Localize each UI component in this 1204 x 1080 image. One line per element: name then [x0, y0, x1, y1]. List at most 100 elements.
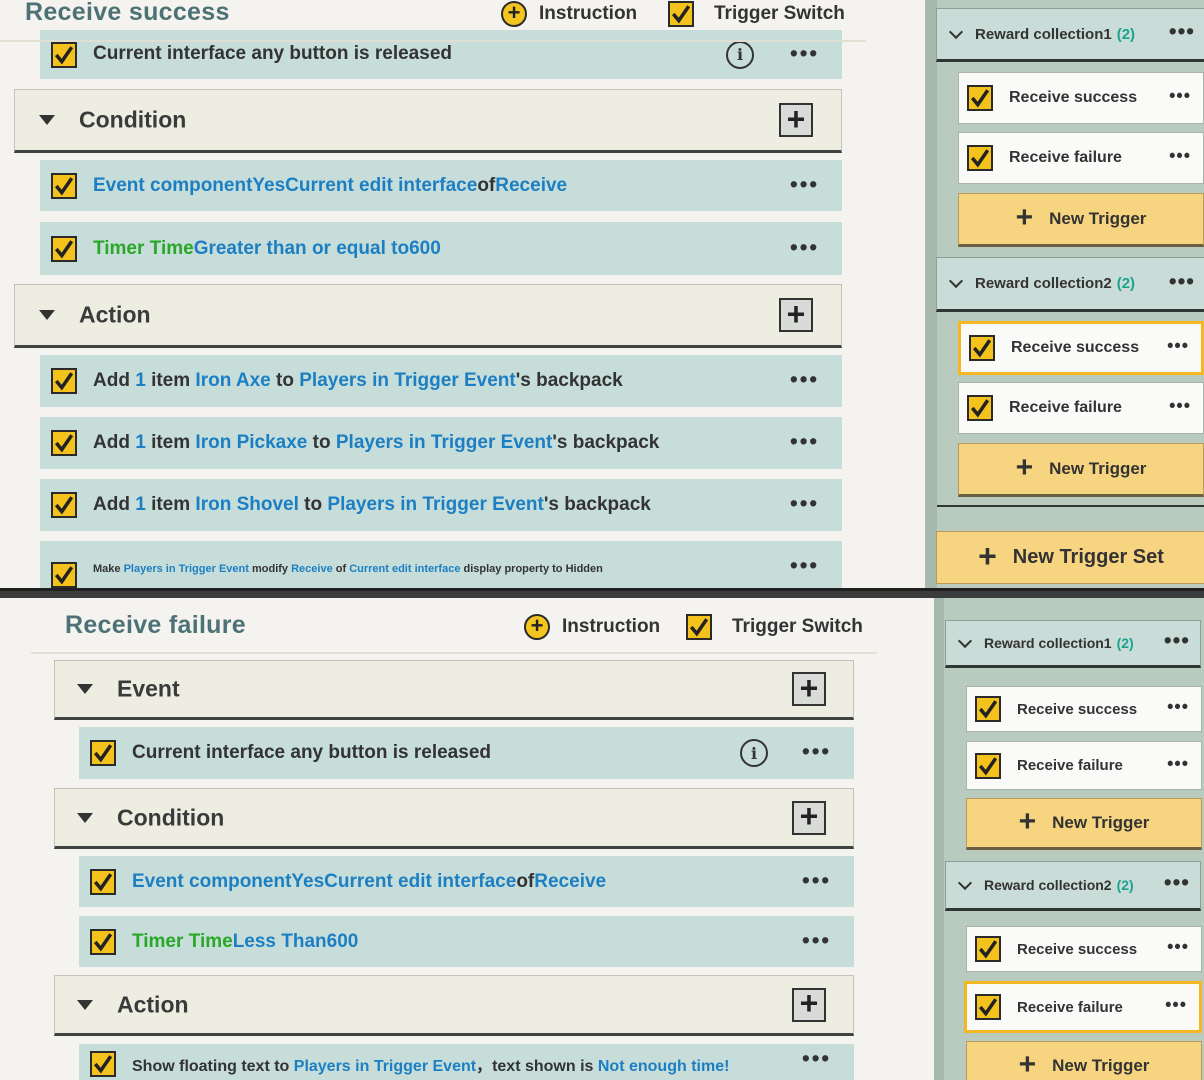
- section-label: Condition: [117, 804, 225, 830]
- add-action-button[interactable]: +: [779, 298, 813, 332]
- trigger-item-receive-success[interactable]: Receive success •••: [966, 686, 1202, 732]
- more-options-icon[interactable]: •••: [1169, 85, 1191, 106]
- more-options-icon[interactable]: •••: [1164, 869, 1190, 895]
- add-action-button[interactable]: +: [792, 987, 826, 1022]
- checkmark-icon[interactable]: [51, 562, 77, 588]
- add-condition-button[interactable]: +: [792, 800, 826, 835]
- checkmark-icon[interactable]: [967, 145, 993, 171]
- chevron-down-icon[interactable]: [957, 633, 973, 648]
- action-row[interactable]: Show floating text to Players in Trigger…: [79, 1044, 854, 1080]
- checkmark-icon[interactable]: [90, 928, 116, 955]
- chevron-down-icon[interactable]: [957, 875, 973, 890]
- trigger-item-receive-failure[interactable]: Receive failure •••: [964, 981, 1202, 1033]
- more-options-icon[interactable]: •••: [1164, 627, 1190, 653]
- more-options-icon[interactable]: •••: [790, 40, 819, 66]
- more-options-icon[interactable]: •••: [1169, 395, 1191, 416]
- more-options-icon[interactable]: •••: [790, 234, 819, 260]
- action-section-header[interactable]: Action +: [14, 284, 842, 348]
- checkmark-icon[interactable]: [686, 614, 712, 640]
- condition-text: Event componentYesCurrent edit interface…: [132, 870, 607, 892]
- chevron-down-icon[interactable]: [948, 273, 964, 289]
- more-options-icon[interactable]: •••: [1167, 936, 1189, 957]
- checkmark-icon[interactable]: [51, 430, 77, 456]
- checkmark-icon[interactable]: [90, 740, 116, 766]
- more-options-icon[interactable]: •••: [790, 367, 819, 393]
- more-options-icon[interactable]: •••: [790, 429, 819, 455]
- trigger-item-receive-failure[interactable]: Receive failure •••: [958, 382, 1204, 434]
- new-trigger-button[interactable]: + New Trigger: [958, 193, 1204, 247]
- checkmark-icon[interactable]: [90, 1051, 116, 1077]
- trigger-switch[interactable]: Trigger Switch: [686, 614, 863, 640]
- trigger-item-receive-failure[interactable]: Receive failure •••: [958, 132, 1204, 184]
- new-trigger-set-button[interactable]: + New Trigger Set: [936, 531, 1204, 584]
- trigger-group-2[interactable]: Reward collection2 (2) •••: [936, 257, 1204, 312]
- more-options-icon[interactable]: •••: [1167, 753, 1189, 774]
- event-row[interactable]: Current interface any button is released…: [79, 727, 854, 779]
- event-row[interactable]: Current interface any button is released…: [40, 30, 842, 79]
- checkmark-icon[interactable]: [975, 696, 1001, 722]
- new-trigger-button[interactable]: + New Trigger: [966, 798, 1202, 850]
- collapse-triangle-icon[interactable]: [39, 310, 55, 320]
- action-row[interactable]: Add 1 item Iron Axe to Players in Trigge…: [40, 355, 842, 407]
- more-options-icon[interactable]: •••: [790, 171, 819, 197]
- checkmark-icon[interactable]: [975, 936, 1001, 962]
- event-section-header[interactable]: Event +: [54, 660, 854, 720]
- trigger-item-receive-success[interactable]: Receive success •••: [966, 926, 1202, 972]
- condition-row[interactable]: Event componentYesCurrent edit interface…: [40, 160, 842, 211]
- info-icon[interactable]: i: [740, 739, 768, 767]
- new-trigger-button[interactable]: + New Trigger: [966, 1041, 1202, 1080]
- more-options-icon[interactable]: •••: [802, 1046, 831, 1072]
- checkmark-icon[interactable]: [51, 492, 77, 518]
- condition-row[interactable]: Timer TimeGreater than or equal to600 ••…: [40, 222, 842, 275]
- trigger-group-1[interactable]: Reward collection1 (2) •••: [945, 620, 1201, 668]
- info-icon[interactable]: i: [726, 40, 754, 69]
- condition-section-header[interactable]: Condition +: [54, 788, 854, 849]
- more-options-icon[interactable]: •••: [790, 491, 819, 517]
- checkmark-icon[interactable]: [90, 868, 116, 895]
- more-options-icon[interactable]: •••: [1169, 268, 1195, 294]
- more-options-icon[interactable]: •••: [1167, 335, 1189, 356]
- more-options-icon[interactable]: •••: [1165, 994, 1187, 1015]
- more-options-icon[interactable]: •••: [802, 867, 831, 893]
- add-event-button[interactable]: +: [792, 672, 826, 706]
- instruction-button[interactable]: + Instruction: [524, 614, 660, 640]
- condition-row[interactable]: Event componentYesCurrent edit interface…: [79, 856, 854, 907]
- trigger-group-2[interactable]: Reward collection2 (2) •••: [945, 861, 1201, 911]
- more-options-icon[interactable]: •••: [802, 927, 831, 953]
- trigger-item-receive-failure[interactable]: Receive failure •••: [966, 741, 1202, 790]
- checkmark-icon[interactable]: [668, 1, 694, 27]
- trigger-switch[interactable]: Trigger Switch: [668, 1, 845, 27]
- action-section-header[interactable]: Action +: [54, 975, 854, 1036]
- collapse-triangle-icon[interactable]: [77, 812, 93, 823]
- checkmark-icon[interactable]: [51, 41, 77, 68]
- more-options-icon[interactable]: •••: [1167, 696, 1189, 717]
- collapse-triangle-icon[interactable]: [39, 115, 55, 125]
- trigger-item-receive-success[interactable]: Receive success •••: [958, 321, 1204, 375]
- trigger-item-receive-success[interactable]: Receive success •••: [958, 72, 1204, 124]
- collapse-triangle-icon[interactable]: [77, 684, 93, 694]
- trigger-title: Receive failure: [65, 611, 246, 639]
- trigger-group-1[interactable]: Reward collection1 (2) •••: [936, 8, 1204, 62]
- more-options-icon[interactable]: •••: [802, 739, 831, 765]
- checkmark-icon[interactable]: [969, 335, 995, 361]
- instruction-button[interactable]: + Instruction: [501, 1, 637, 27]
- more-options-icon[interactable]: •••: [1169, 18, 1195, 44]
- condition-row[interactable]: Timer TimeLess Than600 •••: [79, 916, 854, 967]
- checkmark-icon[interactable]: [51, 368, 77, 394]
- checkmark-icon[interactable]: [967, 395, 993, 421]
- checkmark-icon[interactable]: [967, 85, 993, 111]
- checkmark-icon[interactable]: [975, 994, 1001, 1020]
- checkmark-icon[interactable]: [975, 752, 1001, 779]
- action-row[interactable]: Add 1 item Iron Pickaxe to Players in Tr…: [40, 417, 842, 469]
- more-options-icon[interactable]: •••: [790, 553, 819, 579]
- checkmark-icon[interactable]: [51, 172, 77, 199]
- add-condition-button[interactable]: +: [779, 103, 813, 137]
- collapse-triangle-icon[interactable]: [77, 999, 93, 1010]
- chevron-down-icon[interactable]: [948, 24, 964, 39]
- condition-section-header[interactable]: Condition +: [14, 89, 842, 153]
- action-row[interactable]: Add 1 item Iron Shovel to Players in Tri…: [40, 479, 842, 531]
- new-trigger-button[interactable]: + New Trigger: [958, 443, 1204, 497]
- more-options-icon[interactable]: •••: [1169, 145, 1191, 166]
- action-row[interactable]: Make Players in Trigger Event modify Rec…: [40, 541, 842, 588]
- checkmark-icon[interactable]: [51, 235, 77, 262]
